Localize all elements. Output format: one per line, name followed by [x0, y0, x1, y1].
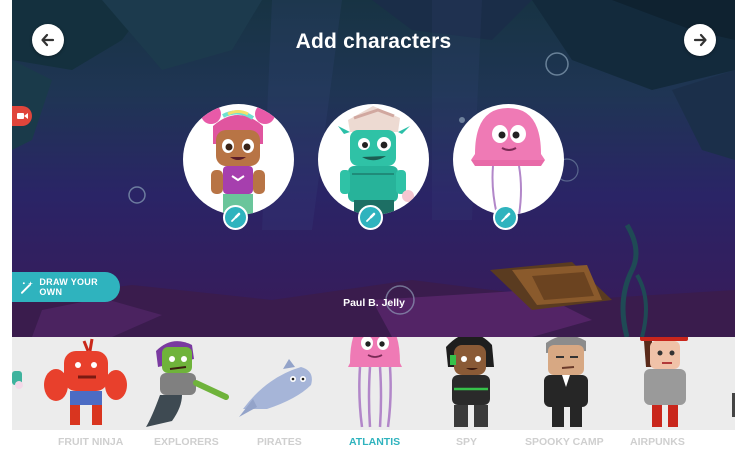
- edit-slot-3-button[interactable]: [493, 205, 518, 230]
- magic-wand-icon: [20, 280, 34, 294]
- spy-girl-image: [446, 337, 494, 427]
- partial-character-image: [12, 371, 23, 389]
- record-button[interactable]: [12, 106, 32, 126]
- tray-character-green-zombie[interactable]: [142, 337, 232, 430]
- category-bar: FRUIT NINJA EXPLORERS PIRATES ATLANTIS S…: [12, 430, 735, 455]
- paintbrush-icon: [231, 212, 241, 222]
- edit-slot-2-button[interactable]: [358, 205, 383, 230]
- tray-character-spy-girl[interactable]: [434, 337, 509, 430]
- character-slot-2[interactable]: [318, 104, 429, 215]
- tray-character-dolphin[interactable]: [237, 337, 317, 430]
- partial-character-right-image: [732, 393, 735, 417]
- tray-character-red-crab[interactable]: [42, 337, 127, 430]
- agent-image: [544, 337, 588, 427]
- jellyfish-image: [348, 337, 402, 428]
- detective-image: [640, 337, 688, 427]
- category-explorers[interactable]: EXPLORERS: [154, 436, 219, 448]
- red-crab-image: [44, 338, 127, 425]
- character-slot-1[interactable]: [183, 104, 294, 215]
- goblin-character-image: [338, 106, 414, 215]
- category-airpunks[interactable]: AIRPUNKS: [630, 436, 685, 448]
- character-slot-3[interactable]: [453, 104, 564, 215]
- tray-character-agent[interactable]: [532, 337, 602, 430]
- character-tray[interactable]: [12, 337, 735, 430]
- category-spy[interactable]: SPY: [456, 436, 477, 448]
- tray-character-partial-right[interactable]: [730, 337, 735, 430]
- video-camera-icon: [16, 113, 28, 119]
- tray-character-detective[interactable]: [630, 337, 700, 430]
- category-fruit-ninja[interactable]: FRUIT NINJA: [58, 436, 123, 448]
- edit-slot-1-button[interactable]: [223, 205, 248, 230]
- jellyfish-character-image: [471, 108, 545, 215]
- left-margin: [0, 0, 12, 455]
- category-atlantis[interactable]: ATLANTIS: [349, 436, 400, 448]
- draw-your-own-label: DRAW YOUR OWN: [39, 277, 98, 297]
- draw-your-own-button[interactable]: DRAW YOUR OWN: [12, 272, 120, 302]
- page-title: Add characters: [295, 30, 452, 53]
- paintbrush-icon: [501, 212, 511, 222]
- selected-character-name: Paul B. Jelly: [343, 297, 405, 309]
- girl-character-image: [201, 104, 275, 215]
- tray-character-jellyfish[interactable]: [340, 337, 410, 430]
- paintbrush-icon: [366, 212, 376, 222]
- dolphin-image: [239, 359, 312, 417]
- right-margin: [735, 0, 743, 455]
- green-zombie-image: [146, 341, 229, 427]
- category-spooky-camp[interactable]: SPOOKY CAMP: [525, 436, 604, 448]
- category-pirates[interactable]: PIRATES: [257, 436, 302, 448]
- scene-stage: Add characters: [12, 0, 735, 337]
- tray-character-partial[interactable]: [12, 337, 32, 430]
